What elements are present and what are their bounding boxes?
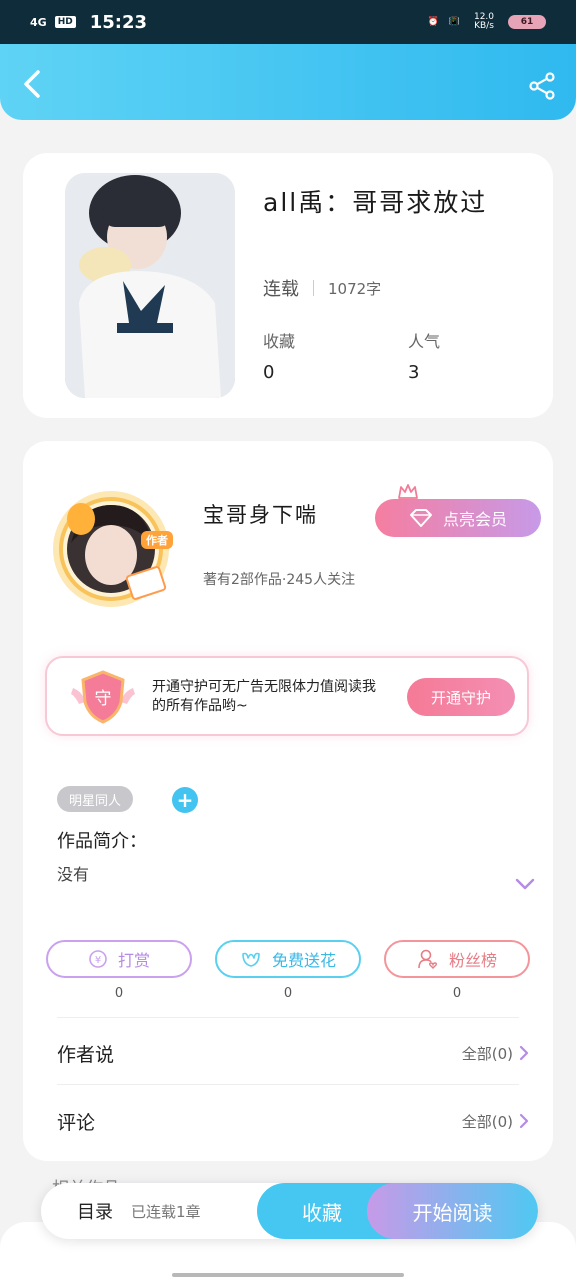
author-badge: 作者 bbox=[141, 531, 173, 549]
fans-ranking-button[interactable]: 粉丝榜 bbox=[384, 940, 530, 978]
divider bbox=[313, 280, 314, 296]
author-says-all-link[interactable]: 全部(0) bbox=[462, 1043, 529, 1064]
comments-all-link[interactable]: 全部(0) bbox=[462, 1111, 529, 1132]
alarm-icon: ⏰ bbox=[427, 17, 439, 27]
cover-image bbox=[65, 173, 235, 398]
author-avatar[interactable]: 作者 bbox=[41, 481, 186, 611]
book-cover[interactable] bbox=[65, 173, 235, 398]
author-says-title: 作者说 bbox=[57, 1043, 115, 1066]
popularity-stat: 人气 3 bbox=[408, 328, 440, 383]
vip-button-label: 点亮会员 bbox=[442, 510, 507, 529]
share-button[interactable] bbox=[526, 70, 558, 102]
share-icon bbox=[529, 72, 555, 100]
start-reading-button[interactable]: 开始阅读 bbox=[367, 1183, 538, 1239]
serial-info: 连载 1072字 bbox=[263, 275, 381, 301]
intro-title: 作品简介： bbox=[57, 831, 147, 852]
popularity-label: 人气 bbox=[408, 332, 441, 351]
reward-label: 打赏 bbox=[117, 951, 150, 970]
chevron-left-icon bbox=[24, 70, 40, 98]
diamond-icon bbox=[409, 509, 432, 527]
author-says-row[interactable]: 作者说 全部(0) bbox=[57, 1033, 529, 1073]
popularity-value: 3 bbox=[408, 362, 420, 383]
vibrate-icon: 📳 bbox=[448, 17, 460, 27]
guard-banner[interactable]: 守 开通守护可无广告无限体力值阅读我的所有作品哟~ 开通守护 bbox=[45, 656, 529, 736]
bottom-action-bar: 目录 已连载1章 收藏 开始阅读 bbox=[41, 1183, 538, 1239]
toc-label: 目录 bbox=[77, 1202, 113, 1223]
author-meta: 著有2部作品·245人关注 bbox=[203, 572, 356, 588]
table-of-contents-button[interactable]: 目录 已连载1章 bbox=[77, 1183, 201, 1239]
author-name[interactable]: 宝哥身下喘 bbox=[203, 499, 318, 529]
svg-text:¥: ¥ bbox=[95, 955, 101, 966]
comments-all-label: 全部(0) bbox=[461, 1112, 513, 1131]
send-flower-label: 免费送花 bbox=[271, 951, 336, 970]
vip-button[interactable]: 点亮会员 bbox=[375, 499, 541, 537]
book-info-card: all禹：哥哥求放过 连载 1072字 收藏 0 人气 3 bbox=[23, 153, 553, 418]
coin-icon: ¥ bbox=[89, 950, 107, 968]
home-indicator[interactable] bbox=[172, 1273, 404, 1277]
reward-button[interactable]: ¥ 打赏 bbox=[46, 940, 192, 978]
serial-status: 连载 bbox=[263, 279, 299, 300]
reward-count: 0 bbox=[114, 986, 124, 1001]
guard-icon-char: 守 bbox=[95, 689, 112, 709]
tag-chip[interactable]: 明星同人 bbox=[57, 786, 134, 812]
divider bbox=[57, 1017, 519, 1018]
favorites-stat: 收藏 0 bbox=[263, 328, 295, 383]
battery-indicator: 61 bbox=[508, 15, 546, 29]
fans-icon bbox=[418, 949, 438, 969]
divider bbox=[57, 1084, 519, 1085]
send-flower-button[interactable]: 免费送花 bbox=[215, 940, 361, 978]
toc-status: 已连载1章 bbox=[131, 1202, 201, 1221]
back-button[interactable] bbox=[16, 68, 48, 100]
chevron-down-icon[interactable] bbox=[515, 878, 535, 890]
flower-icon bbox=[242, 952, 260, 967]
open-guard-button[interactable]: 开通守护 bbox=[407, 678, 515, 716]
guard-text: 开通守护可无广告无限体力值阅读我的所有作品哟~ bbox=[152, 679, 376, 714]
author-says-all-label: 全部(0) bbox=[461, 1044, 513, 1063]
comments-title: 评论 bbox=[57, 1111, 96, 1134]
favorites-value: 0 bbox=[263, 362, 275, 383]
chevron-right-icon bbox=[519, 1045, 529, 1061]
author-card: 作者 宝哥身下喘 著有2部作品·245人关注 点亮会员 守 开通守护可无广告无限… bbox=[23, 441, 553, 1161]
guard-shield-icon: 守 bbox=[71, 670, 135, 724]
net-speed: 12.0 KB/s bbox=[473, 12, 495, 31]
header-bar bbox=[0, 44, 576, 120]
word-count: 1072字 bbox=[328, 279, 382, 298]
status-bar: 4G HD 15:23 ⏰ 📳 12.0 KB/s 61 bbox=[0, 0, 576, 44]
fans-ranking-label: 粉丝榜 bbox=[448, 951, 497, 970]
add-tag-button[interactable]: + bbox=[172, 787, 198, 813]
comments-row[interactable]: 评论 全部(0) bbox=[57, 1101, 529, 1141]
book-title: all禹：哥哥求放过 bbox=[263, 188, 488, 217]
network-indicator: 4G bbox=[30, 15, 47, 29]
flower-count: 0 bbox=[283, 986, 293, 1001]
intro-text: 没有 bbox=[57, 865, 90, 884]
plus-icon: + bbox=[176, 788, 194, 812]
favorites-label: 收藏 bbox=[263, 332, 296, 351]
fans-count: 0 bbox=[452, 986, 462, 1001]
status-time: 15:23 bbox=[89, 11, 147, 33]
hd-badge: HD bbox=[54, 16, 76, 28]
chevron-right-icon bbox=[519, 1113, 529, 1129]
